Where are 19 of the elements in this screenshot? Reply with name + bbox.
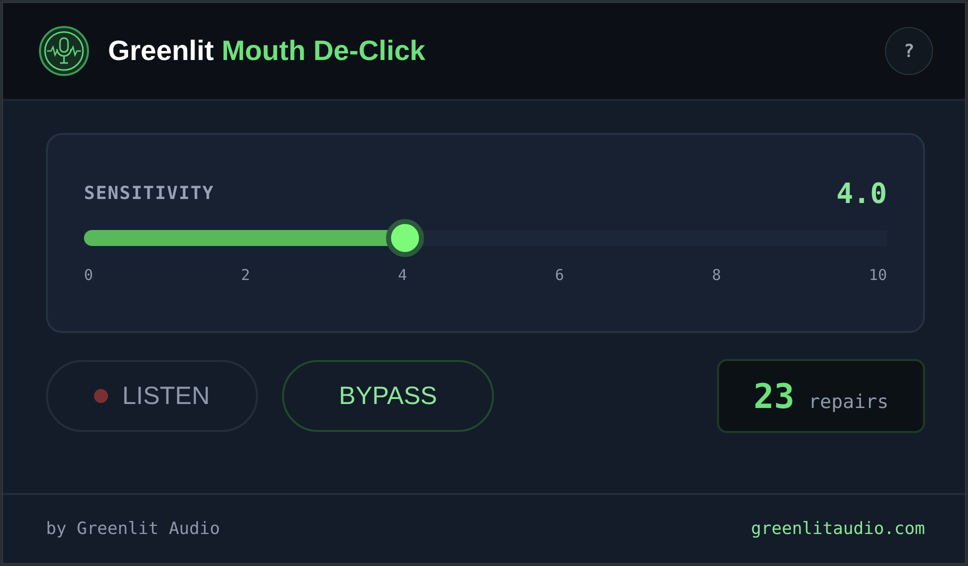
microphone-logo-icon [38,25,90,77]
tick-label: 4 [398,266,407,284]
website-link[interactable]: greenlitaudio.com [751,519,925,539]
tick-label: 10 [868,266,887,284]
repairs-unit: repairs [808,391,889,413]
tick-label: 0 [84,266,94,284]
bypass-button[interactable]: BYPASS [282,360,494,432]
repairs-count: 23 [753,377,794,417]
slider-reading: 4.0 [836,177,887,210]
listen-button[interactable]: LISTEN [46,360,258,432]
app-title: Greenlit Mouth De-Click [108,35,426,67]
slider-label: SENSITIVITY [84,183,214,204]
tick-label: 8 [712,266,721,284]
tick-label: 6 [554,266,564,284]
tick-label: 2 [240,266,250,284]
help-button[interactable]: ? [885,27,933,75]
credit-text: by Greenlit Audio [46,519,220,539]
slider-thumb[interactable] [386,219,424,257]
record-dot-icon [94,389,108,403]
